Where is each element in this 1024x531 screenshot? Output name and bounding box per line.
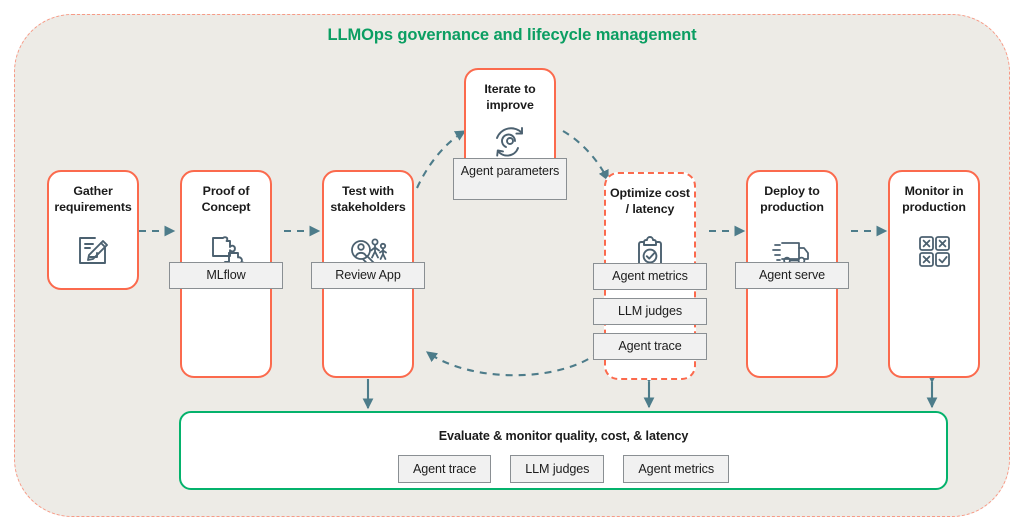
stage-title-proof-of-concept: Proof of Concept	[201, 184, 251, 214]
eval-tag-agent-trace[interactable]: Agent trace	[397, 455, 492, 483]
evaluate-monitor-bar[interactable]: Evaluate & monitor quality, cost, & late…	[179, 411, 948, 490]
stage-title-gather-requirements: Gather requirements	[54, 184, 132, 214]
stage-title-iterate-to-improve: Iterate to improve	[484, 82, 536, 112]
stage-title-test-with-stakeholders: Test with stakeholders	[330, 184, 406, 214]
evaluate-monitor-tags: Agent trace LLM judges Agent metrics	[181, 455, 946, 483]
diagram-canvas: LLMOps governance and lifecycle manageme…	[0, 0, 1024, 531]
tag-agent-trace[interactable]: Agent trace	[593, 333, 707, 360]
stage-title-optimize-cost-latency: Optimize cost / latency	[610, 186, 690, 216]
evaluate-monitor-title: Evaluate & monitor quality, cost, & late…	[438, 429, 689, 443]
grid-check-icon	[912, 228, 956, 272]
tag-agent-metrics[interactable]: Agent metrics	[593, 263, 707, 290]
tag-mlflow[interactable]: MLflow	[169, 262, 283, 289]
tag-llm-judges[interactable]: LLM judges	[593, 298, 707, 325]
tag-review-app[interactable]: Review App	[311, 262, 425, 289]
tag-agent-serve[interactable]: Agent serve	[735, 262, 849, 289]
stage-monitor-in-production[interactable]: Monitor in production	[888, 170, 980, 378]
document-pencil-icon	[71, 228, 115, 272]
diagram-title: LLMOps governance and lifecycle manageme…	[327, 26, 697, 44]
eval-tag-llm-judges[interactable]: LLM judges	[510, 455, 605, 483]
tag-agent-parameters[interactable]: Agent parameters	[453, 158, 567, 200]
eval-tag-agent-metrics[interactable]: Agent metrics	[623, 455, 730, 483]
stage-title-deploy-to-production: Deploy to production	[760, 184, 824, 214]
stage-title-monitor-in-production: Monitor in production	[902, 184, 966, 214]
stage-gather-requirements[interactable]: Gather requirements	[47, 170, 139, 290]
